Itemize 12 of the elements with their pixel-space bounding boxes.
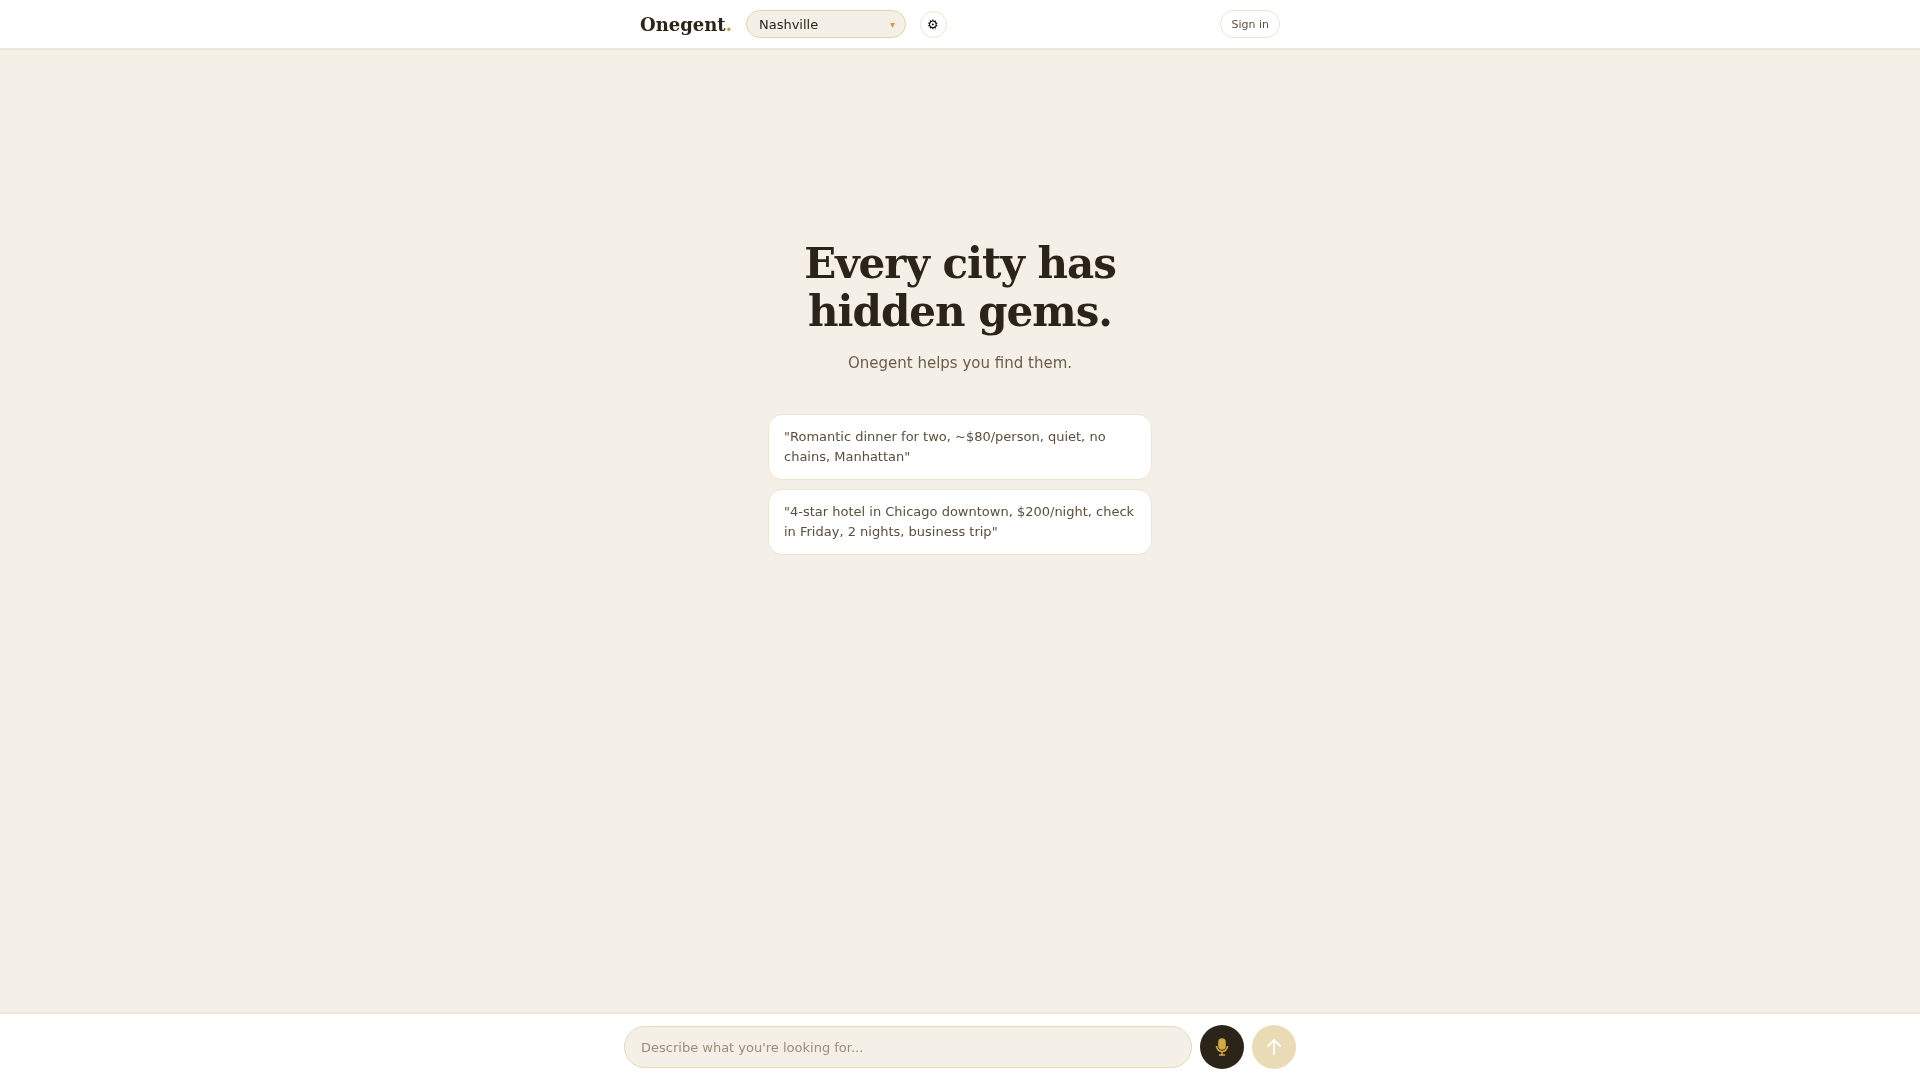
headline: Every city has hidden gems. — [804, 240, 1116, 336]
microphone-icon — [1215, 1038, 1229, 1056]
settings-button[interactable]: ⚙ — [919, 10, 947, 38]
city-select[interactable]: Nashville ▾ — [745, 10, 906, 38]
search-input[interactable]: Describe what you're looking for... — [624, 1026, 1192, 1068]
sign-in-button[interactable]: Sign in — [1220, 10, 1280, 38]
arrow-up-icon — [1265, 1038, 1283, 1056]
subtitle: Onegent helps you find them. — [848, 354, 1072, 372]
logo[interactable]: Onegent. — [640, 13, 732, 35]
microphone-button[interactable] — [1200, 1025, 1244, 1069]
suggestion-card[interactable]: "4-star hotel in Chicago downtown, $200/night, check in Friday, 2 nights, business trip" — [768, 489, 1152, 555]
suggestion-card[interactable]: "Romantic dinner for two, ~$80/person, quiet, no chains, Manhattan" — [768, 414, 1152, 480]
